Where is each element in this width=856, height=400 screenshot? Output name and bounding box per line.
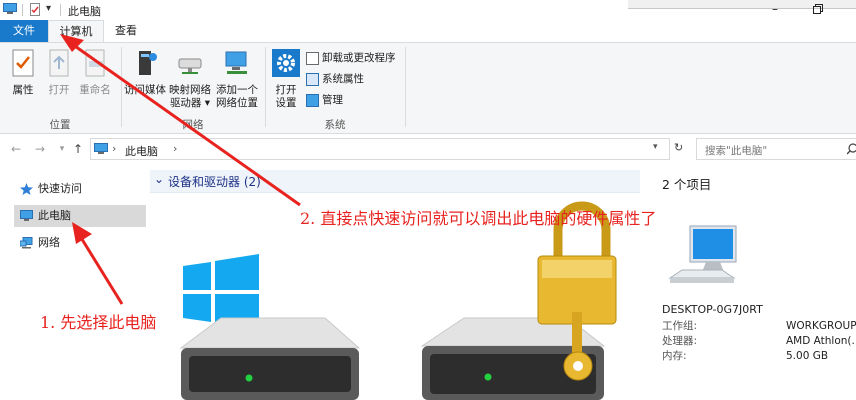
system-properties-item[interactable]: 系统属性	[306, 70, 364, 88]
map-network-label-1: 映射网络	[169, 84, 211, 96]
open-settings-label-2: 设置	[275, 97, 297, 109]
nav-item-quick-access[interactable]: 快速访问	[14, 178, 148, 200]
properties-label: 属性	[12, 84, 34, 96]
search-icon[interactable]	[847, 143, 856, 155]
navigation-pane: 快速访问 此电脑 网络	[0, 166, 148, 400]
map-network-label-2: 驱动器 ▾	[169, 97, 211, 109]
ribbon: 属性 打开 重命名 位置 访问媒体 映射网络 驱动器 ▾ 添加一个 网络位置 网…	[0, 43, 856, 134]
up-arrow-icon[interactable]: ↑	[70, 141, 86, 157]
add-network-label-1: 添加一个	[216, 84, 258, 96]
annotation-step1: 1. 先选择此电脑	[40, 313, 157, 332]
search-placeholder: 搜索"此电脑"	[705, 145, 768, 157]
recent-locations-icon[interactable]: ▾	[54, 141, 70, 157]
group-separator	[405, 47, 406, 127]
network-drive-icon	[178, 58, 202, 74]
restore-icon[interactable]	[813, 4, 823, 14]
title-bar: ▾ 此电脑 –	[0, 0, 856, 20]
computer-icon	[94, 143, 108, 154]
nav-item-network[interactable]: 网络	[14, 232, 148, 254]
settings-gear-icon	[272, 49, 300, 77]
group-label-network: 网络	[182, 119, 204, 131]
group-separator	[265, 47, 266, 127]
access-media-label: 访问媒体	[124, 84, 166, 96]
customize-quick-access-icon[interactable]: ▾	[46, 3, 51, 14]
computer-icon	[3, 3, 17, 14]
star-icon	[20, 183, 33, 195]
group-separator	[121, 47, 122, 127]
item-count: 2 个项目	[662, 177, 712, 192]
chevron-down-icon[interactable]: ⌄	[154, 172, 164, 186]
manage-item[interactable]: 管理	[306, 91, 343, 109]
network-icon	[20, 237, 33, 249]
open-settings-label-1: 打开	[275, 84, 297, 96]
forward-arrow-icon[interactable]: →	[32, 141, 48, 157]
properties-icon	[12, 49, 34, 77]
media-server-icon	[139, 51, 157, 75]
desktop-computer-icon	[668, 225, 737, 283]
annotation-step2: 2. 直接点快速访问就可以调出此电脑的硬件属性了	[300, 209, 657, 228]
rename-label: 重命名	[79, 84, 111, 96]
breadcrumb-chevron-icon[interactable]: ›	[112, 142, 116, 155]
rename-button[interactable]: 重命名	[76, 49, 114, 97]
detail-row-processor: 处理器: AMD Athlon(...	[662, 335, 856, 347]
nav-item-this-pc[interactable]: 此电脑	[14, 205, 146, 227]
properties-button[interactable]: 属性	[6, 49, 40, 97]
uninstall-program-item[interactable]: 卸载或更改程序	[306, 49, 396, 67]
divider	[22, 4, 23, 16]
open-button[interactable]: 打开	[44, 49, 74, 97]
access-media-button[interactable]: 访问媒体	[124, 49, 166, 97]
refresh-icon[interactable]: ↻	[674, 141, 683, 154]
address-dropdown-icon[interactable]: ▾	[653, 142, 658, 152]
manage-icon	[306, 93, 319, 107]
breadcrumb-chevron-icon[interactable]: ›	[173, 142, 177, 155]
tab-file[interactable]: 文件	[0, 20, 48, 42]
address-bar[interactable]: › 此电脑 › ▾	[90, 138, 670, 160]
network-location-icon	[225, 51, 247, 74]
search-input[interactable]: 搜索"此电脑"	[696, 138, 856, 160]
tab-view[interactable]: 查看	[104, 20, 148, 42]
add-network-label-2: 网络位置	[216, 97, 258, 109]
devices-group-header[interactable]: ⌄ 设备和驱动器 (2)	[150, 170, 640, 193]
window-title: 此电脑	[68, 5, 101, 18]
minimize-icon[interactable]: –	[772, 2, 778, 16]
computer-icon	[20, 210, 33, 221]
rename-icon	[85, 49, 105, 77]
group-label-system: 系统	[324, 119, 346, 131]
system-properties-icon	[306, 72, 319, 86]
properties-quick-access-icon[interactable]	[30, 3, 41, 16]
map-network-drive-button[interactable]: 映射网络 驱动器 ▾	[168, 49, 212, 110]
group-label-location: 位置	[49, 119, 71, 131]
add-network-location-button[interactable]: 添加一个 网络位置	[214, 49, 260, 110]
divider	[60, 4, 61, 16]
locked-drive-icon[interactable]	[418, 200, 618, 400]
open-icon	[49, 49, 69, 77]
detail-row-workgroup: 工作组: WORKGROUP	[662, 320, 856, 332]
breadcrumb-this-pc[interactable]: 此电脑	[125, 143, 158, 159]
ribbon-tab-bar: 文件 计算机 查看	[0, 20, 856, 43]
tab-computer[interactable]: 计算机	[48, 20, 104, 42]
open-settings-button[interactable]: 打开 设置	[270, 49, 302, 110]
detail-row-memory: 内存: 5.00 GB	[662, 350, 829, 362]
address-row: ← → ▾ ↑ › 此电脑 › ▾ ↻ 搜索"此电脑"	[0, 138, 856, 162]
group-header-label: 设备和驱动器 (2)	[168, 175, 261, 189]
windows-drive-icon[interactable]	[175, 252, 365, 400]
open-label: 打开	[48, 84, 70, 96]
computer-name: DESKTOP-0G7J0RT	[662, 303, 763, 316]
back-arrow-icon[interactable]: ←	[8, 141, 24, 157]
programs-icon	[306, 51, 319, 65]
details-pane: 2 个项目 DESKTOP-0G7J0RT 工作组: WORKGROUP 处理器:…	[662, 170, 856, 400]
